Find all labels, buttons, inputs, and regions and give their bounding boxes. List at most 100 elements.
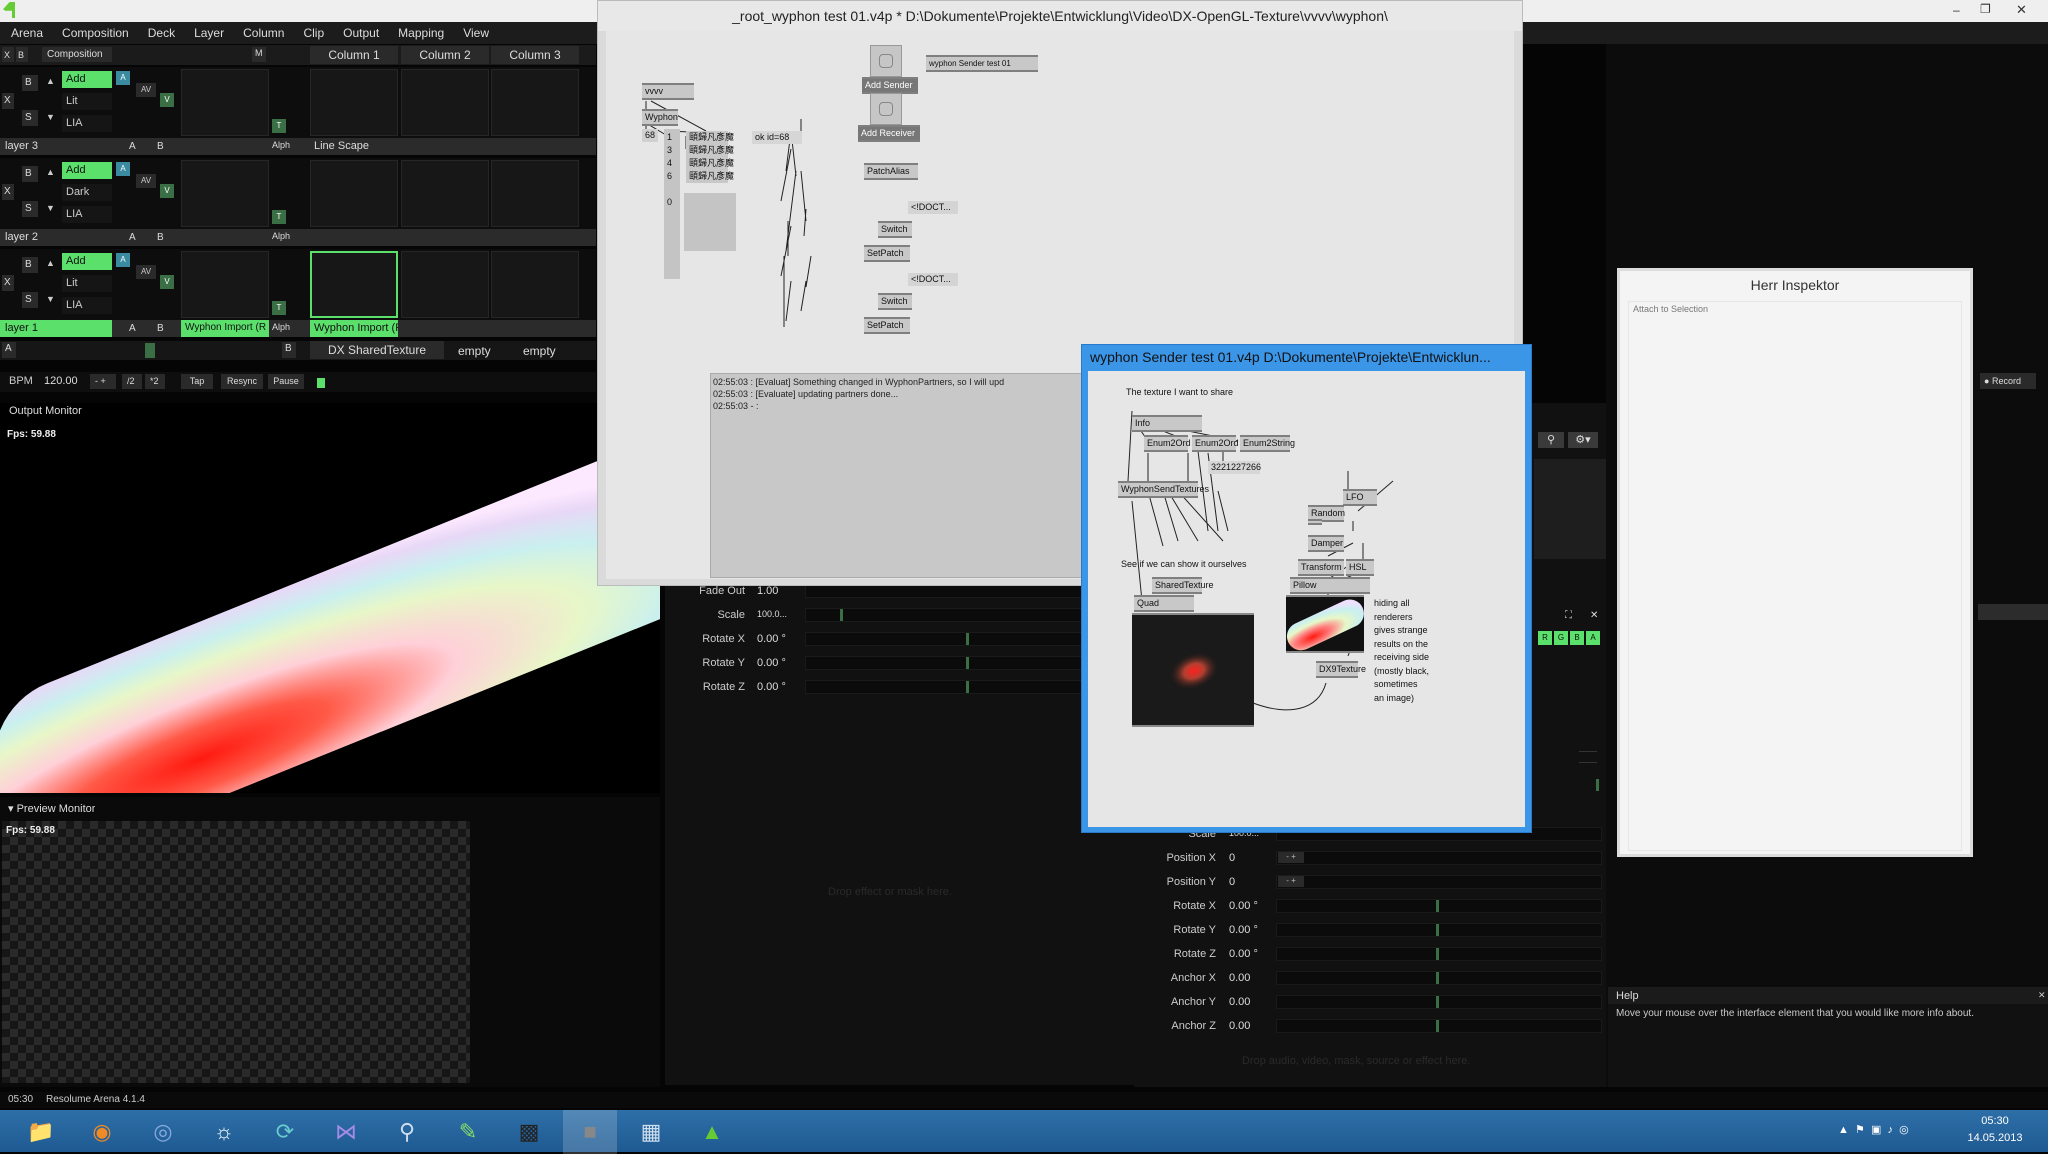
taskbar-app3-icon[interactable]: ◎ bbox=[136, 1110, 190, 1154]
layer-crossfade-a[interactable]: A bbox=[129, 232, 136, 243]
layer-down-icon[interactable]: ▼ bbox=[46, 203, 55, 213]
layer-mode-1[interactable]: Lit bbox=[62, 93, 112, 110]
quad-node[interactable]: Quad bbox=[1134, 595, 1194, 612]
menu-item-column[interactable]: Column bbox=[236, 26, 291, 40]
layer-bypass-button[interactable]: B bbox=[22, 257, 38, 273]
damper-node[interactable]: Damper bbox=[1308, 535, 1344, 552]
wyphon-node[interactable]: Wyphon bbox=[642, 109, 678, 126]
layer-down-icon[interactable]: ▼ bbox=[46, 112, 55, 122]
layer-a-toggle[interactable]: A bbox=[116, 71, 130, 85]
menu-item-output[interactable]: Output bbox=[336, 26, 386, 40]
info-node[interactable]: Info bbox=[1132, 415, 1202, 432]
deck-a-button[interactable]: A bbox=[2, 342, 16, 358]
ok-id-node[interactable]: ok id=68 bbox=[752, 131, 802, 144]
doct-2-node[interactable]: <!DOCT... bbox=[908, 273, 958, 286]
transform-node[interactable]: Transform bbox=[1298, 559, 1344, 576]
hsl-node[interactable]: HSL bbox=[1346, 559, 1374, 576]
layer-solo-button[interactable]: S bbox=[22, 201, 38, 217]
layer-clip-slot-4[interactable] bbox=[491, 251, 579, 318]
vvvv-node[interactable]: vvvv bbox=[642, 83, 694, 100]
bpm-half-button[interactable]: /2 bbox=[122, 374, 142, 389]
menu-item-mapping[interactable]: Mapping bbox=[391, 26, 451, 40]
layer-clip-slot-2[interactable] bbox=[310, 160, 398, 227]
fullscreen-icon[interactable]: ⛶ bbox=[1565, 610, 1572, 621]
deck-tab-empty-1[interactable]: empty bbox=[458, 344, 491, 358]
b-button[interactable]: B bbox=[16, 47, 28, 62]
slider-handle[interactable] bbox=[966, 681, 969, 693]
layer-up-icon[interactable]: ▲ bbox=[46, 167, 55, 177]
taskbar-search-icon[interactable]: ⚲ bbox=[380, 1110, 434, 1154]
clip-label-2[interactable]: Wyphon Import (R bbox=[310, 320, 398, 337]
layer-mode-1[interactable]: Dark bbox=[62, 184, 112, 201]
close-button[interactable]: ✕ bbox=[2016, 2, 2027, 18]
switch-1-node[interactable]: Switch bbox=[878, 221, 912, 238]
crossfader-handle[interactable] bbox=[145, 343, 155, 358]
layer-clip-slot-3[interactable] bbox=[401, 69, 489, 136]
layer-alpha-button[interactable]: Alph bbox=[272, 322, 290, 332]
tray-icons[interactable]: ▲ ⚑ ▣ ♪ ◎ bbox=[1838, 1123, 1909, 1136]
help-close-icon[interactable]: ✕ bbox=[2038, 990, 2046, 1001]
layer-name[interactable]: layer 2 bbox=[0, 229, 112, 246]
clip-label-2[interactable] bbox=[310, 229, 398, 246]
layer-prop-value[interactable]: 0.00 bbox=[1229, 996, 1250, 1008]
gear-icon[interactable]: ⚙▾ bbox=[1568, 432, 1598, 448]
layer-blend-select[interactable]: Add bbox=[62, 253, 112, 270]
layer-mode-1[interactable]: Lit bbox=[62, 275, 112, 292]
layer-transition-toggle[interactable]: T bbox=[272, 119, 286, 133]
tap-button[interactable]: Tap bbox=[181, 374, 213, 389]
clip-label-1[interactable] bbox=[181, 229, 269, 246]
layer-solo-button[interactable]: S bbox=[22, 110, 38, 126]
dash-node[interactable] bbox=[1308, 519, 1322, 525]
layer-clip-slot-2[interactable] bbox=[310, 251, 398, 318]
x-button[interactable]: X bbox=[2, 47, 14, 62]
menu-item-deck[interactable]: Deck bbox=[141, 26, 182, 40]
resync-button[interactable]: Resync bbox=[221, 374, 263, 389]
column-3-button[interactable]: Column 3 bbox=[491, 46, 579, 64]
layer-v-toggle[interactable]: V bbox=[160, 93, 174, 107]
layer-prop-slider[interactable] bbox=[1276, 947, 1602, 961]
layer-prop-slider[interactable] bbox=[1276, 851, 1602, 865]
preview-renderer[interactable] bbox=[1132, 613, 1254, 727]
slider-handle[interactable] bbox=[1436, 972, 1439, 984]
deck-tab-dx[interactable]: DX SharedTexture bbox=[310, 341, 444, 359]
taskbar-visualstudio-icon[interactable]: ⋈ bbox=[319, 1110, 373, 1154]
stepper-buttons[interactable]: - + bbox=[1278, 876, 1304, 887]
add-receiver-bang[interactable] bbox=[870, 93, 902, 125]
taskbar-firefox-icon[interactable]: ◉ bbox=[75, 1110, 129, 1154]
switch-2-node[interactable]: Switch bbox=[878, 293, 912, 310]
layer-prop-slider[interactable] bbox=[1276, 971, 1602, 985]
slider-handle[interactable] bbox=[1436, 924, 1439, 936]
layer-name[interactable]: layer 1 bbox=[0, 320, 112, 337]
bpm-value[interactable]: 120.00 bbox=[44, 375, 78, 387]
clock-time[interactable]: 05:30 bbox=[1965, 1115, 2025, 1127]
layer-x-button[interactable]: X bbox=[2, 184, 14, 200]
taskbar-calc-icon[interactable]: ▦ bbox=[624, 1110, 678, 1154]
layer-prop-value[interactable]: 0.00 ° bbox=[1229, 948, 1258, 960]
layer-clip-slot-4[interactable] bbox=[491, 160, 579, 227]
channel-g-toggle[interactable]: G bbox=[1554, 631, 1568, 645]
sharedtexture-node[interactable]: SharedTexture bbox=[1152, 577, 1214, 594]
m-button[interactable]: M bbox=[252, 47, 266, 62]
clock-date[interactable]: 14.05.2013 bbox=[1965, 1132, 2025, 1144]
column-1-button[interactable]: Column 1 bbox=[310, 46, 398, 64]
layer-prop-slider[interactable] bbox=[1276, 875, 1602, 889]
layer-name[interactable]: layer 3 bbox=[0, 138, 112, 155]
taskbar-alien-icon[interactable]: ☼ bbox=[197, 1110, 251, 1154]
search-icon[interactable]: ⚲ bbox=[1538, 432, 1564, 448]
layer-av-toggle[interactable]: AV bbox=[136, 265, 156, 279]
prop-value[interactable]: 0.00 ° bbox=[757, 681, 786, 693]
setpatch-1-node[interactable]: SetPatch bbox=[864, 245, 910, 262]
stepper-buttons[interactable]: - + bbox=[1278, 852, 1304, 863]
wyphonsendtextures-node[interactable]: WyphonSendTextures bbox=[1118, 481, 1209, 498]
menu-item-composition[interactable]: Composition bbox=[55, 26, 136, 40]
bpm-nudge-buttons[interactable]: - + bbox=[90, 374, 116, 389]
layer-up-icon[interactable]: ▲ bbox=[46, 258, 55, 268]
layer-x-button[interactable]: X bbox=[2, 93, 14, 109]
scrollbar-thumb[interactable] bbox=[1596, 779, 1599, 791]
layer-prop-slider[interactable] bbox=[1276, 995, 1602, 1009]
layer-prop-slider[interactable] bbox=[1276, 923, 1602, 937]
taskbar-vvvv-icon[interactable]: ■ bbox=[563, 1110, 617, 1154]
close-x-icon[interactable]: ✕ bbox=[1590, 610, 1598, 621]
menu-item-view[interactable]: View bbox=[456, 26, 496, 40]
layer-up-icon[interactable]: ▲ bbox=[46, 76, 55, 86]
